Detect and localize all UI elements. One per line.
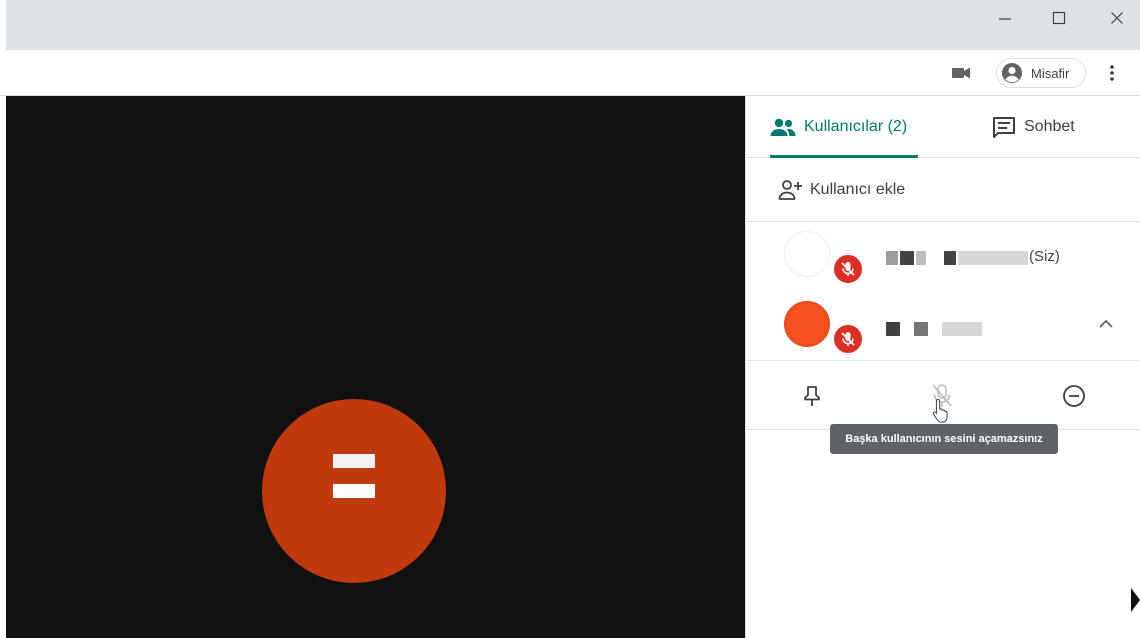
mouse-pointer-icon <box>932 398 948 423</box>
panel-tabs: Kullanıcılar (2) Sohbet <box>746 96 1140 158</box>
participant-list: (Siz) <box>746 223 1140 361</box>
camera-in-use-icon <box>952 67 970 79</box>
remove-participant-button[interactable] <box>1056 378 1092 414</box>
muted-badge <box>832 323 864 355</box>
chevron-up-icon <box>1099 319 1113 328</box>
tab-chat-label: Sohbet <box>1024 118 1075 135</box>
redacted-name-block <box>916 251 926 265</box>
avatar <box>784 301 830 347</box>
redacted-name-block <box>942 322 982 336</box>
profile-label: Misafir <box>1031 65 1070 81</box>
people-icon <box>770 118 796 136</box>
browser-menu-button[interactable] <box>1100 60 1124 86</box>
app-window: Misafir Kullanıcılar (2) Sohbet Kullanıc… <box>0 0 1140 638</box>
chat-icon <box>993 117 1015 138</box>
tab-chat[interactable]: Sohbet <box>992 96 1122 158</box>
side-panel: Kullanıcılar (2) Sohbet Kullanıcı ekle (… <box>745 96 1140 638</box>
add-user-label: Kullanıcı ekle <box>810 180 906 198</box>
main-video-area <box>6 96 745 638</box>
redacted-name-block <box>900 251 914 265</box>
mic-off-icon <box>841 262 855 276</box>
maximize-icon <box>1052 11 1066 25</box>
remove-icon <box>1063 385 1085 407</box>
more-vert-icon <box>1110 65 1114 81</box>
person-add-icon <box>778 179 802 200</box>
participant-avatar-large <box>262 399 446 583</box>
close-window-button[interactable] <box>1088 0 1140 36</box>
minimize-button[interactable] <box>976 0 1034 36</box>
browser-toolbar: Misafir <box>0 50 1140 96</box>
title-bar <box>0 0 1140 50</box>
avatar <box>784 231 830 277</box>
camera-in-use-indicator[interactable] <box>950 65 972 81</box>
edge-arrow-icon <box>1131 588 1140 612</box>
add-user-button[interactable]: Kullanıcı ekle <box>746 158 1140 222</box>
tab-participants-label: Kullanıcılar (2) <box>804 118 908 135</box>
redacted-name-block <box>944 251 956 265</box>
account-circle-icon <box>1002 63 1022 83</box>
close-icon <box>1111 12 1123 24</box>
pin-button[interactable] <box>794 378 830 414</box>
participant-self-suffix: (Siz) <box>1029 248 1060 265</box>
participant-row[interactable] <box>746 293 1140 363</box>
profile-button[interactable]: Misafir <box>996 58 1086 88</box>
redacted-name-block <box>914 322 928 336</box>
minimize-icon <box>999 18 1011 20</box>
muted-badge <box>832 253 864 285</box>
mic-off-icon <box>841 332 855 346</box>
participant-row-self[interactable]: (Siz) <box>746 223 1140 293</box>
redacted-name-block <box>886 322 900 336</box>
redacted-name-block <box>958 251 1028 265</box>
collapse-button[interactable] <box>1096 313 1116 333</box>
tooltip: Başka kullanıcının sesini açamazsınız <box>830 424 1058 454</box>
tab-participants[interactable]: Kullanıcılar (2) <box>770 96 920 158</box>
maximize-button[interactable] <box>1030 0 1088 36</box>
redacted-name-block <box>886 251 898 265</box>
pin-icon <box>804 386 820 406</box>
